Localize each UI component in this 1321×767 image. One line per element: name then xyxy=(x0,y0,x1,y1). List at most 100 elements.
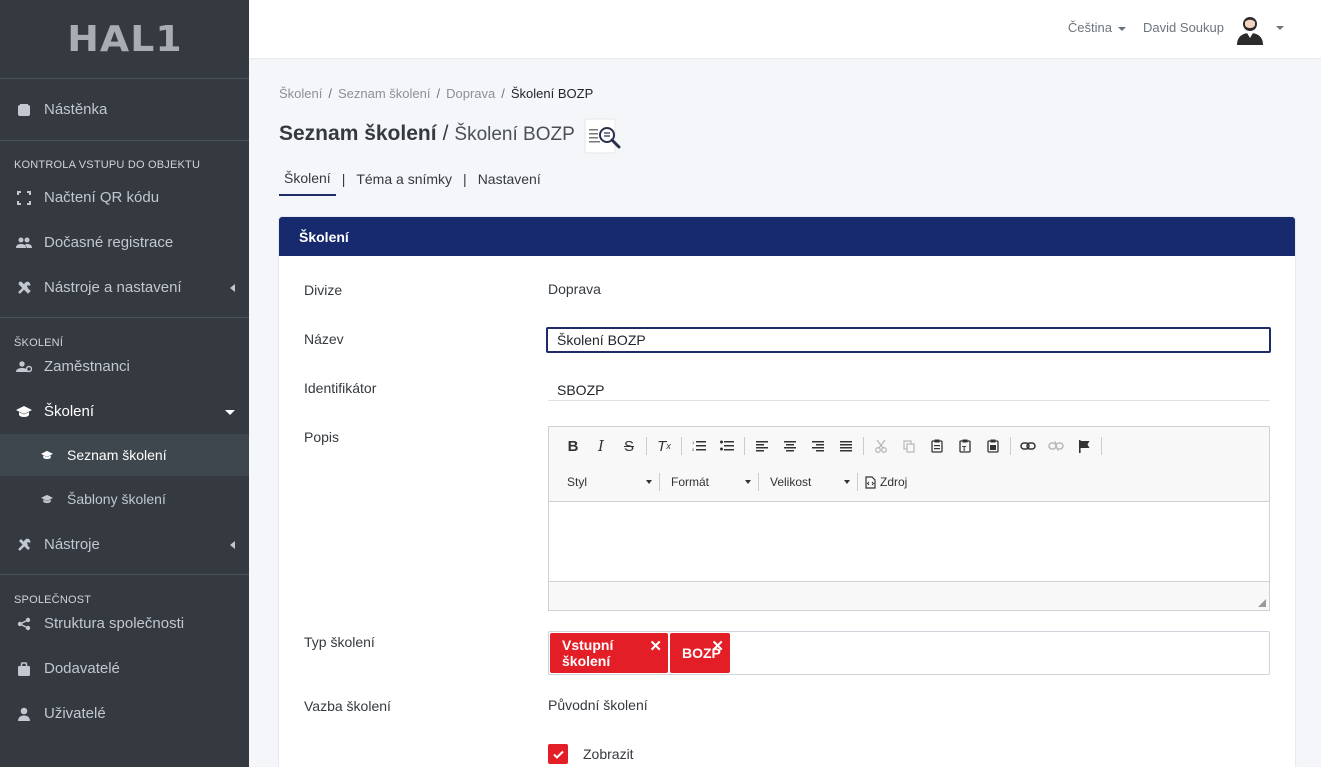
remove-tag-icon[interactable]: ✕ xyxy=(649,639,662,654)
sidebar-item-dashboard[interactable]: Nástěnka xyxy=(0,87,249,132)
breadcrumb-link[interactable]: Doprava xyxy=(446,86,495,101)
breadcrumb-current: Školení BOZP xyxy=(510,86,594,101)
user-menu-caret-icon[interactable] xyxy=(1276,26,1284,30)
size-combo[interactable]: Velikost xyxy=(762,470,854,494)
tools-icon xyxy=(16,280,32,296)
tools-icon xyxy=(16,537,32,553)
sidebar-item-label: Dočasné registrace xyxy=(44,234,174,251)
bold-icon[interactable]: B xyxy=(559,434,587,458)
employees-icon xyxy=(16,359,32,375)
editor-content-area[interactable] xyxy=(549,501,1269,582)
typ-skoleni-label: Typ školení xyxy=(304,634,375,650)
nazev-input[interactable] xyxy=(546,327,1271,353)
document-search-icon[interactable] xyxy=(583,118,623,156)
sidebar-item-label: Nástroje xyxy=(44,536,100,553)
sidebar-item-label: Struktura společnosti xyxy=(44,615,185,632)
graduation-cap-small-icon xyxy=(40,494,54,504)
sidebar-subitem-training-templates[interactable]: Šablony školení xyxy=(0,476,249,522)
tab-tema-a-snimky[interactable]: Téma a snímky xyxy=(351,171,457,195)
tabs: Školení | Téma a snímky | Nastavení xyxy=(279,170,546,196)
sidebar-item-company-structure[interactable]: Struktura společnosti xyxy=(0,601,249,646)
briefcase-icon xyxy=(16,661,32,677)
language-label: Čeština xyxy=(1067,20,1112,35)
bullet-list-icon[interactable] xyxy=(713,434,741,458)
identifikator-label: Identifikátor xyxy=(304,380,377,396)
chevron-left-icon xyxy=(230,283,235,292)
caret-down-icon xyxy=(646,480,652,484)
link-icon[interactable] xyxy=(1014,434,1042,458)
avatar[interactable] xyxy=(1234,13,1266,45)
sidebar-item-suppliers[interactable]: Dodavatelé xyxy=(0,646,249,691)
breadcrumb-link[interactable]: Školení xyxy=(279,86,322,101)
breadcrumb: Školení / Seznam školení / Doprava / Školení B… xyxy=(279,86,594,101)
align-justify-icon[interactable] xyxy=(832,434,860,458)
strikethrough-icon[interactable]: S xyxy=(615,434,643,458)
remove-tag-icon[interactable]: ✕ xyxy=(711,639,724,654)
sidebar-subitem-training-list[interactable]: Seznam školení xyxy=(0,434,249,476)
svg-text:T: T xyxy=(962,446,967,453)
paste-icon[interactable] xyxy=(923,434,951,458)
editor-toolbar-row: B I S Tx 12 T xyxy=(549,427,1269,465)
sidebar: HAL1 Nástěnka KONTROLA VSTUPU DO OBJEKTU… xyxy=(0,0,249,767)
breadcrumb-link[interactable]: Seznam školení xyxy=(338,86,431,101)
share-icon xyxy=(16,616,32,632)
sidebar-item-tools-settings[interactable]: Nástroje a nastavení xyxy=(0,265,249,310)
sidebar-item-tools[interactable]: Nástroje xyxy=(0,522,249,567)
rich-text-editor: B I S Tx 12 T Styl Formát Velikost Zdroj xyxy=(548,426,1270,611)
graduation-cap-small-icon xyxy=(40,450,54,460)
tab-nastaveni[interactable]: Nastavení xyxy=(473,171,546,195)
align-left-icon[interactable] xyxy=(748,434,776,458)
svg-text:1: 1 xyxy=(692,440,695,445)
chevron-down-icon xyxy=(225,409,235,415)
sidebar-item-label: Načtení QR kódu xyxy=(44,189,160,206)
sidebar-item-label: Seznam školení xyxy=(67,447,167,463)
italic-icon[interactable]: I xyxy=(587,434,615,458)
brand-text: HAL1 xyxy=(66,18,183,60)
flag-anchor-icon[interactable] xyxy=(1070,434,1098,458)
format-combo[interactable]: Formát xyxy=(663,470,755,494)
users-icon xyxy=(16,235,32,251)
checkmark-icon xyxy=(552,750,564,759)
card-header: Školení xyxy=(279,217,1295,256)
align-center-icon[interactable] xyxy=(776,434,804,458)
resize-handle-icon[interactable] xyxy=(1258,599,1266,607)
sidebar-item-employees[interactable]: Zaměstnanci xyxy=(0,344,249,389)
tag-chip: BOZP ✕ xyxy=(670,633,730,673)
sidebar-item-temporary-registrations[interactable]: Dočasné registrace xyxy=(0,220,249,265)
zobrazit-checkbox[interactable] xyxy=(548,744,568,764)
zobrazit-label: Zobrazit xyxy=(583,746,634,762)
style-combo[interactable]: Styl xyxy=(559,470,656,494)
tab-separator: | xyxy=(463,171,467,187)
sidebar-item-trainings[interactable]: Školení xyxy=(0,389,249,434)
paste-word-icon[interactable] xyxy=(979,434,1007,458)
sidebar-item-users[interactable]: Uživatelé xyxy=(0,691,249,736)
training-type-tags-input[interactable]: Vstupní školení ✕ BOZP ✕ xyxy=(548,631,1270,675)
divize-label: Divize xyxy=(304,282,343,298)
source-button[interactable]: Zdroj xyxy=(861,470,915,494)
cut-icon[interactable] xyxy=(867,434,895,458)
caret-down-icon xyxy=(1118,26,1126,31)
unlink-icon[interactable] xyxy=(1042,434,1070,458)
tab-skoleni[interactable]: Školení xyxy=(279,170,336,196)
top-navbar: Čeština David Soukup xyxy=(249,0,1321,58)
brand-logo[interactable]: HAL1 xyxy=(0,0,249,79)
align-right-icon[interactable] xyxy=(804,434,832,458)
caret-down-icon xyxy=(745,480,751,484)
divider xyxy=(0,574,249,575)
remove-format-icon[interactable]: Tx xyxy=(650,434,678,458)
divize-value: Doprava xyxy=(548,281,601,297)
paste-text-icon[interactable]: T xyxy=(951,434,979,458)
tab-separator: | xyxy=(341,171,346,187)
copy-icon[interactable] xyxy=(895,434,923,458)
language-dropdown[interactable]: Čeština xyxy=(1068,20,1126,35)
identifikator-input[interactable] xyxy=(548,379,1270,401)
sidebar-item-label: Zaměstnanci xyxy=(44,358,130,375)
user-name[interactable]: David Soukup xyxy=(1143,20,1224,35)
page-title: Seznam školení / Školení BOZP xyxy=(279,122,575,145)
page-title-sub: Školení BOZP xyxy=(454,124,575,145)
sidebar-item-qr[interactable]: Načtení QR kódu xyxy=(0,175,249,220)
popis-label: Popis xyxy=(304,429,340,445)
tag-label: Vstupní školení xyxy=(562,637,614,669)
numbered-list-icon[interactable]: 12 xyxy=(685,434,713,458)
source-icon xyxy=(865,475,876,489)
